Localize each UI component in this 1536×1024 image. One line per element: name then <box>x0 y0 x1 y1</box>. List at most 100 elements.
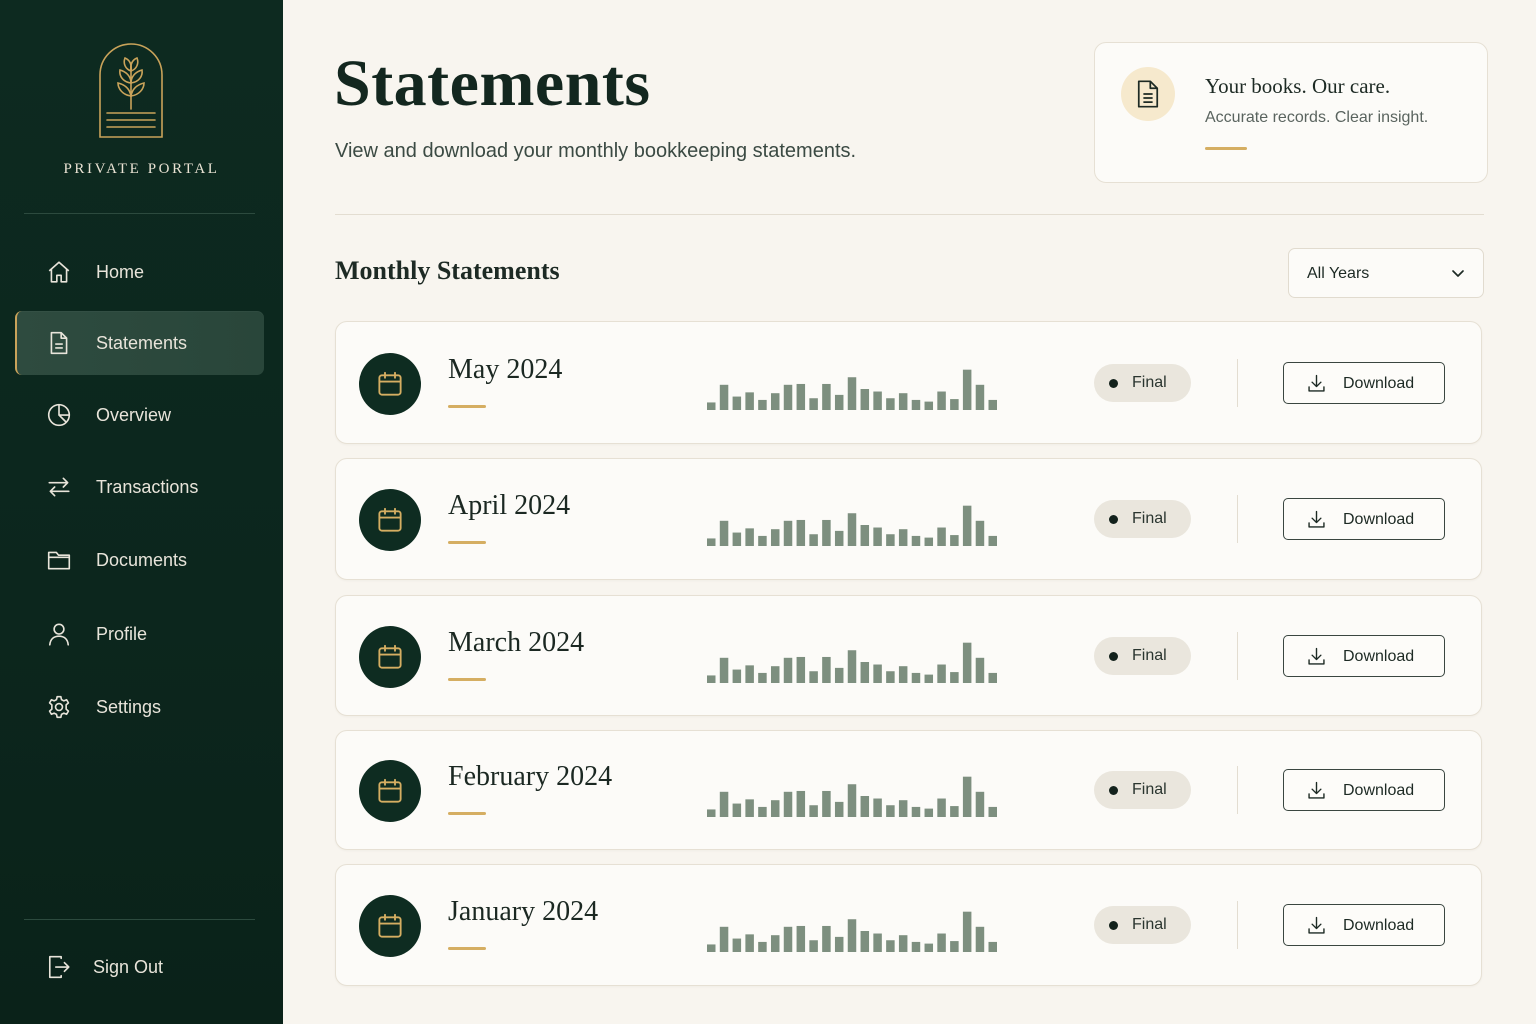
sparkline-bar <box>796 925 806 952</box>
sparkline-bar <box>886 534 895 546</box>
download-icon <box>1308 647 1325 665</box>
sparkline-bar <box>886 940 895 952</box>
download-button[interactable]: Download <box>1283 634 1445 677</box>
sidebar-divider <box>24 213 255 214</box>
row-divider <box>1237 495 1238 543</box>
accent-rule <box>448 947 486 950</box>
sparkline-bar <box>822 383 831 410</box>
sparkline-bar <box>975 384 985 410</box>
sidebar-item-documents[interactable]: Documents <box>15 528 264 592</box>
sidebar-item-transactions[interactable]: Transactions <box>15 455 264 519</box>
row-divider <box>1237 631 1238 680</box>
sidebar-item-profile[interactable]: Profile <box>15 602 264 666</box>
download-label: Download <box>1343 374 1415 392</box>
status-label: Final <box>1132 646 1167 664</box>
sparkline-bar <box>911 399 921 410</box>
sparkline-bar <box>822 656 831 683</box>
care-card-title: Your books. Our care. <box>1205 74 1391 98</box>
sparkline-bar <box>745 799 754 817</box>
statement-row: May 2024 Final Download <box>335 321 1482 444</box>
sparkline-bar <box>719 384 729 410</box>
status-dot <box>1109 378 1118 388</box>
sidebar-item-label: Documents <box>96 549 188 570</box>
sparkline-bar <box>950 398 959 410</box>
sparkline-bar <box>834 936 844 952</box>
sparkline-bar <box>962 505 972 546</box>
header-divider <box>335 214 1484 215</box>
sparkline-bar <box>732 669 742 683</box>
download-label: Download <box>1343 511 1415 528</box>
sprout-arch-logo <box>99 43 163 138</box>
gear-icon <box>45 693 73 721</box>
sparkline-bar <box>937 798 946 817</box>
sign-out-button[interactable]: Sign Out <box>15 935 264 999</box>
sidebar-item-label: Statements <box>96 332 188 353</box>
sparkline-bar <box>732 938 742 952</box>
user-icon <box>45 620 73 648</box>
calendar-icon <box>359 489 421 551</box>
sidebar-item-label: Overview <box>96 404 172 425</box>
download-button[interactable]: Download <box>1283 769 1445 811</box>
sparkline-bar <box>745 934 754 952</box>
sidebar-item-label: Profile <box>96 623 148 644</box>
sparkline-bar <box>770 800 780 817</box>
sparkline-bar <box>770 392 780 410</box>
download-icon <box>1308 781 1325 799</box>
sparkline-bar <box>988 941 997 952</box>
statement-month: January 2024 <box>448 896 599 927</box>
download-button[interactable]: Download <box>1283 904 1445 946</box>
sparkline-bar <box>758 941 767 952</box>
accent-rule <box>448 541 486 544</box>
download-button[interactable]: Download <box>1283 361 1445 404</box>
sidebar: PRIVATE PORTAL Home Statements Overview … <box>0 0 283 1024</box>
sparkline-bar <box>719 520 729 546</box>
download-button[interactable]: Download <box>1283 498 1445 540</box>
sparkline-bar <box>911 535 921 546</box>
sparkline-bar <box>707 944 716 952</box>
accent-rule <box>448 812 486 815</box>
year-filter-select[interactable]: All Years <box>1288 248 1484 298</box>
accent-rule <box>448 404 486 408</box>
sparkline-bar <box>822 790 831 817</box>
sparkline-bar <box>975 791 985 817</box>
sparkline-bar <box>860 796 870 817</box>
sparkline-bar <box>796 790 806 817</box>
sidebar-item-overview[interactable]: Overview <box>15 383 264 447</box>
sign-out-icon <box>45 953 73 981</box>
sparkline-bar <box>873 664 882 683</box>
sparkline-bar <box>950 535 959 546</box>
statement-month: February 2024 <box>448 761 613 792</box>
sparkline-bar <box>796 383 806 410</box>
sparkline-bar <box>758 535 767 546</box>
folder-icon <box>45 546 73 574</box>
status-dot <box>1109 651 1118 661</box>
calendar-icon <box>359 352 421 415</box>
row-divider <box>1237 358 1238 407</box>
sidebar-item-label: Home <box>96 261 145 282</box>
sparkline-bar <box>962 911 972 952</box>
sparkline-bar <box>719 791 729 817</box>
sparkline-bar <box>924 537 934 546</box>
transfer-arrows-icon <box>45 473 73 501</box>
sparkline-bar <box>707 538 716 546</box>
sparkline-bar <box>950 671 959 683</box>
page-title: Statements <box>334 47 651 120</box>
sparkline-bar <box>745 528 754 546</box>
accent-rule <box>1205 147 1247 150</box>
sparkline-bar <box>732 803 742 817</box>
sparkline-bar <box>975 520 985 546</box>
status-badge: Final <box>1094 636 1191 675</box>
sparkline-bar <box>770 529 780 546</box>
sign-out-label: Sign Out <box>93 956 164 977</box>
sidebar-item-home[interactable]: Home <box>15 240 264 304</box>
sparkline-bar <box>834 667 844 683</box>
document-icon <box>1121 67 1175 121</box>
sparkline-bar <box>950 806 959 817</box>
sidebar-divider <box>24 919 255 920</box>
activity-sparkline <box>707 505 997 546</box>
sparkline-bar <box>783 926 793 952</box>
sidebar-item-statements[interactable]: Statements <box>15 311 264 375</box>
sidebar-item-settings[interactable]: Settings <box>15 675 264 739</box>
sparkline-bar <box>732 396 742 410</box>
sparkline-bar <box>847 513 857 546</box>
